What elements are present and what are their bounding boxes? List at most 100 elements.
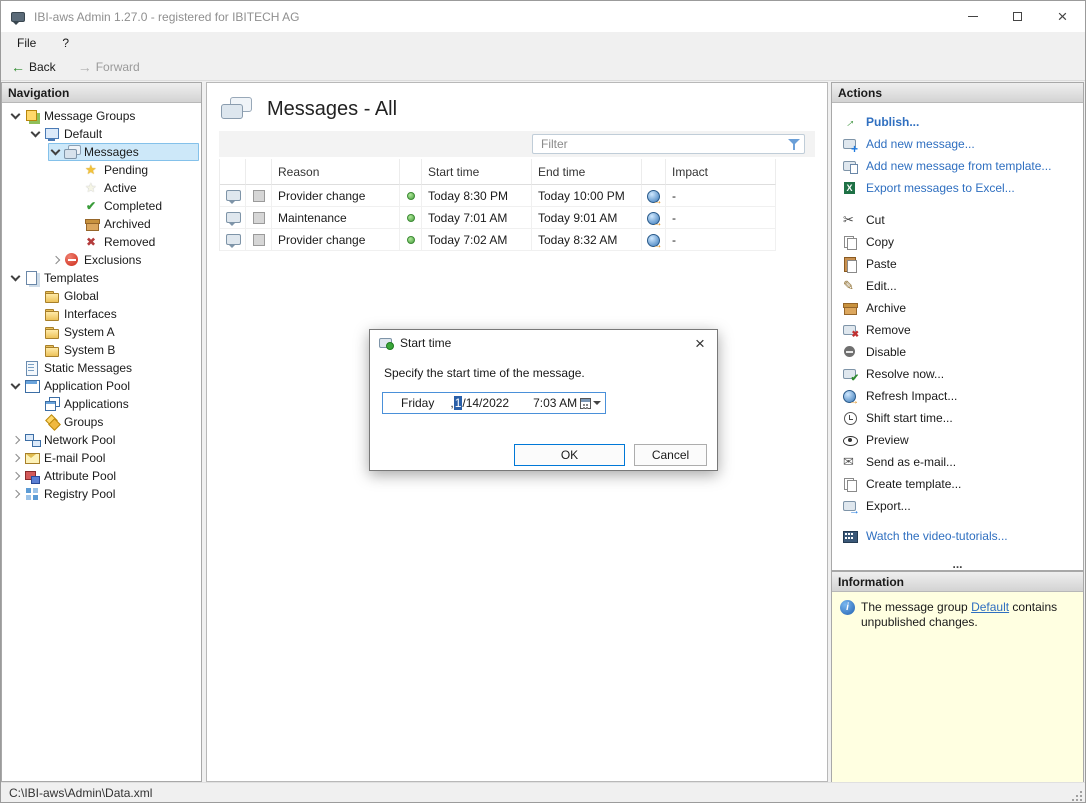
action-add-from-template[interactable]: Add new message from template... [832,155,1083,177]
tree-item-exclusions[interactable]: Exclusions [48,251,199,269]
action-cut[interactable]: Cut [832,209,1083,231]
action-watch-video-tutorials[interactable]: Watch the video-tutorials... [832,525,1083,547]
table-row-1-reason[interactable]: Provider change [272,185,400,207]
expander-closed-icon[interactable] [8,468,24,484]
expander-closed-icon[interactable] [48,252,64,268]
table-row-2-impact[interactable]: - [666,207,776,229]
action-refresh-impact[interactable]: Refresh Impact... [832,385,1083,407]
column-header-icon[interactable] [220,159,246,185]
expander-closed-icon[interactable] [8,450,24,466]
table-row-3-reason[interactable]: Provider change [272,229,400,251]
close-button[interactable] [1040,1,1085,32]
tree-item-applications[interactable]: Applications [28,395,199,413]
action-copy[interactable]: Copy [832,231,1083,253]
tree-item-messages[interactable]: Messages [48,143,199,161]
table-row-3-type-cell[interactable] [220,229,246,251]
table-row-2-start[interactable]: Today 7:01 AM [422,207,532,229]
action-send-as-email[interactable]: Send as e-mail... [832,451,1083,473]
table-row-2-type-cell[interactable] [220,207,246,229]
month-segment-selected[interactable]: 1 [453,396,463,410]
actions-overflow-indicator[interactable]: ... [832,558,1083,570]
forward-button[interactable]: Forward [74,57,144,77]
action-paste[interactable]: Paste [832,253,1083,275]
filter-input[interactable] [532,134,805,154]
tree-item-active[interactable]: Active [68,179,199,197]
action-add-new-message[interactable]: Add new message... [832,133,1083,155]
tree-item-network-pool[interactable]: Network Pool [8,431,199,449]
expander-open-icon[interactable] [8,270,24,286]
column-header-end-time[interactable]: End time [532,159,642,185]
tree-item-archived[interactable]: Archived [68,215,199,233]
expander-open-icon[interactable] [48,144,64,160]
default-group-link[interactable]: Default [971,600,1009,614]
menu-file[interactable]: File [13,34,40,52]
table-row-2-reason[interactable]: Maintenance [272,207,400,229]
table-row-3-impact-icon-cell[interactable] [642,229,666,251]
column-header-status[interactable] [400,159,422,185]
table-row-3-start[interactable]: Today 7:02 AM [422,229,532,251]
column-header-impact-icon[interactable] [642,159,666,185]
tree-item-static-messages[interactable]: Static Messages [8,359,199,377]
back-button[interactable]: Back [7,57,60,77]
tree-item-message-groups[interactable]: Message Groups [8,107,199,125]
table-row-2-select-cell[interactable] [246,207,272,229]
tree-item-templates[interactable]: Templates [8,269,199,287]
table-row-1-impact-icon-cell[interactable] [642,185,666,207]
column-header-impact[interactable]: Impact [666,159,776,185]
filter-funnel-icon[interactable] [788,139,800,150]
table-row-3-end[interactable]: Today 8:32 AM [532,229,642,251]
day-segment[interactable]: Friday [401,396,434,410]
action-preview[interactable]: Preview [832,429,1083,451]
action-resolve-now[interactable]: Resolve now... [832,363,1083,385]
table-row-3-select-cell[interactable] [246,229,272,251]
action-remove[interactable]: Remove [832,319,1083,341]
tree-item-removed[interactable]: Removed [68,233,199,251]
action-archive[interactable]: Archive [832,297,1083,319]
table-row-1-impact[interactable]: - [666,185,776,207]
resize-grip[interactable] [1069,788,1083,802]
tree-item-system-b[interactable]: System B [28,341,199,359]
table-row-1-select-cell[interactable] [246,185,272,207]
selection-box[interactable] [252,189,265,202]
time-segment[interactable]: 7:03 AM [533,396,577,410]
selection-box[interactable] [252,211,265,224]
column-header-reason[interactable]: Reason [272,159,400,185]
tree-item-attribute-pool[interactable]: Attribute Pool [8,467,199,485]
expander-open-icon[interactable] [8,108,24,124]
table-row-1-start[interactable]: Today 8:30 PM [422,185,532,207]
expander-open-icon[interactable] [8,378,24,394]
expander-closed-icon[interactable] [8,486,24,502]
action-disable[interactable]: Disable [832,341,1083,363]
maximize-button[interactable] [995,1,1040,32]
action-edit[interactable]: Edit... [832,275,1083,297]
dialog-close-button[interactable] [683,330,717,356]
minimize-button[interactable] [950,1,995,32]
action-export-to-excel[interactable]: Export messages to Excel... [832,177,1083,199]
expander-closed-icon[interactable] [8,432,24,448]
tree-item-completed[interactable]: Completed [68,197,199,215]
menu-help[interactable]: ? [58,34,73,52]
tree-item-default[interactable]: Default [28,125,199,143]
tree-item-global[interactable]: Global [28,287,199,305]
column-header-select[interactable] [246,159,272,185]
table-row-2-impact-icon-cell[interactable] [642,207,666,229]
table-row-1-end[interactable]: Today 10:00 PM [532,185,642,207]
ok-button[interactable]: OK [514,444,625,466]
action-publish[interactable]: Publish... [832,111,1083,133]
expander-open-icon[interactable] [28,126,44,142]
cancel-button[interactable]: Cancel [634,444,707,466]
tree-item-pending[interactable]: Pending [68,161,199,179]
action-shift-start-time[interactable]: Shift start time... [832,407,1083,429]
column-header-start-time[interactable]: Start time [422,159,532,185]
table-row-3-impact[interactable]: - [666,229,776,251]
datetime-picker[interactable]: Friday , 1 /14/2022 7:03 AM [382,392,606,414]
tree-item-email-pool[interactable]: E-mail Pool [8,449,199,467]
selection-box[interactable] [252,233,265,246]
table-row-1-type-cell[interactable] [220,185,246,207]
tree-item-registry-pool[interactable]: Registry Pool [8,485,199,503]
tree-item-groups[interactable]: Groups [28,413,199,431]
tree-item-system-a[interactable]: System A [28,323,199,341]
date-segment[interactable]: /14/2022 [462,396,509,410]
table-row-2-end[interactable]: Today 9:01 AM [532,207,642,229]
action-create-template[interactable]: Create template... [832,473,1083,495]
